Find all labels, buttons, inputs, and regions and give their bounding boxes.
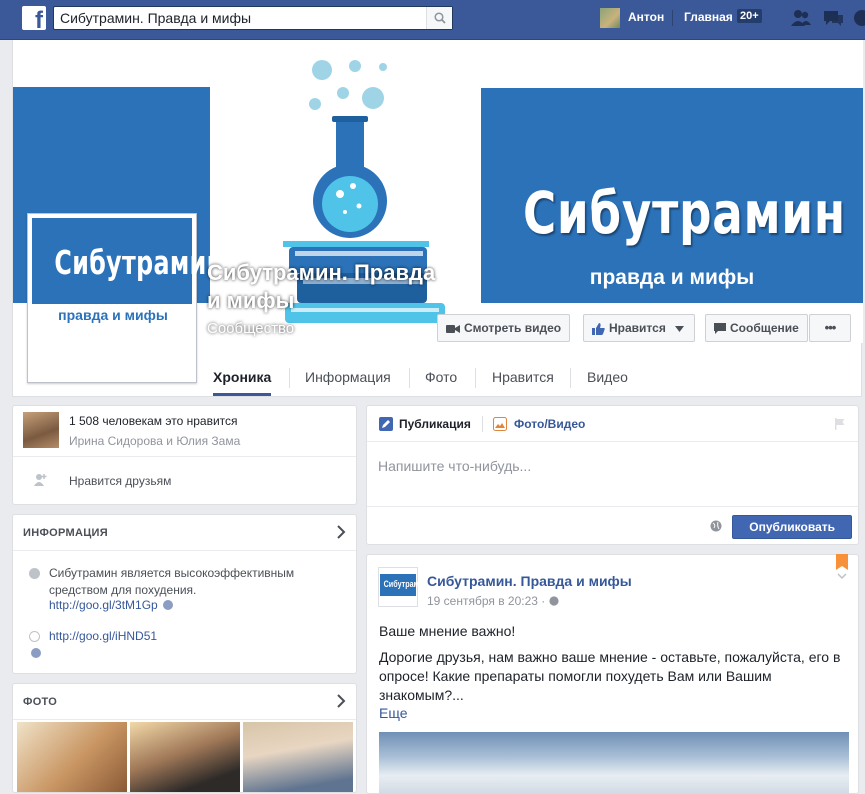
divider <box>13 456 356 457</box>
profile-picture-banner: Сибутрамин <box>32 218 224 304</box>
like-page-button[interactable]: Нравится <box>583 314 695 342</box>
photos-card-header[interactable]: ФОТО <box>13 684 356 720</box>
photo-icon <box>493 417 507 431</box>
user-name[interactable]: Антон <box>628 10 664 24</box>
composer-input[interactable]: Напишите что-нибудь... <box>378 458 531 474</box>
chevron-right-icon[interactable] <box>336 694 346 708</box>
cover-right-banner: Сибутрамин правда и мифы <box>481 88 863 303</box>
likes-count[interactable]: 1 508 человекам это нравится <box>69 414 238 428</box>
watch-video-label: Смотреть видео <box>464 321 562 335</box>
website-icon <box>29 631 40 642</box>
link-preview-icon <box>31 648 41 658</box>
page-profile-picture[interactable]: Сибутрамин правда и мифы <box>27 213 224 383</box>
video-camera-icon <box>446 324 460 333</box>
post-headline: Ваше мнение важно! <box>379 623 516 639</box>
watch-video-button[interactable]: Смотреть видео <box>437 314 571 342</box>
photos-card-title: ФОТО <box>23 696 58 708</box>
home-link[interactable]: Главная <box>684 10 733 24</box>
composer-tab-photo-video[interactable]: Фото/Видео <box>514 417 585 431</box>
see-more-link[interactable]: Еще <box>379 705 408 721</box>
pencil-icon <box>379 417 393 431</box>
photos-card: ФОТО <box>12 683 357 793</box>
info-card-title: ИНФОРМАЦИЯ <box>23 527 108 539</box>
tab-videos[interactable]: Видео <box>587 358 628 396</box>
tab-divider <box>289 368 290 388</box>
messages-icon[interactable] <box>822 9 844 27</box>
bookmark-ribbon-icon[interactable] <box>836 554 848 582</box>
like-label: Нравится <box>609 321 666 335</box>
search-icon <box>434 12 446 24</box>
friends-like-link[interactable]: Нравится друзьям <box>69 474 171 488</box>
publish-button[interactable]: Опубликовать <box>732 515 852 539</box>
composer-footer: Опубликовать <box>367 506 858 544</box>
friends-who-like[interactable]: Ирина Сидорова и Юлия Зама <box>69 434 240 448</box>
nav-divider <box>672 10 673 26</box>
tab-divider <box>409 368 410 388</box>
message-label: Сообщение <box>730 321 799 335</box>
flag-icon[interactable] <box>834 418 846 430</box>
info-description: Сибутрамин является высокоэффективным ср… <box>49 566 295 597</box>
link-preview-icon <box>163 600 173 610</box>
composer-tab-post[interactable]: Публикация <box>399 417 471 431</box>
post-author-avatar[interactable]: Сибутрамин <box>378 567 428 607</box>
profile-picture-subtitle: правда и мифы <box>58 307 168 323</box>
post-timestamp-text[interactable]: 19 сентября в 20:23 · <box>427 594 549 608</box>
avatar-banner: Сибутрамин <box>380 574 428 596</box>
post-author-name[interactable]: Сибутрамин. Правда и мифы <box>427 573 632 589</box>
chevron-right-icon[interactable] <box>336 525 346 539</box>
search-button[interactable] <box>426 7 452 29</box>
post-body: Дорогие друзья, нам важно ваше мнение - … <box>379 649 841 703</box>
globe-icon[interactable] <box>710 520 722 532</box>
tab-likes[interactable]: Нравится <box>492 358 554 396</box>
message-bubble-icon <box>714 323 726 335</box>
avatar-banner-title: Сибутрамин <box>383 579 428 589</box>
notifications-icon[interactable] <box>852 9 865 27</box>
page-header-card: Сибутрамин правда и мифы Сибутрамин прав… <box>12 40 863 397</box>
facebook-logo-icon[interactable]: f <box>22 6 46 33</box>
tab-info[interactable]: Информация <box>305 358 391 396</box>
profile-picture-title: Сибутрамин <box>54 243 224 282</box>
composer-tabs: Публикация Фото/Видео <box>367 406 858 442</box>
more-options-label: ••• <box>824 320 837 335</box>
search-input-value[interactable]: Сибутрамин. Правда и мифы <box>60 10 251 26</box>
tab-divider <box>482 416 483 432</box>
cover-banner-subtitle: правда и мифы <box>589 266 755 289</box>
website-link[interactable]: http://goo.gl/iHND51 <box>49 629 157 643</box>
add-friend-icon <box>34 474 47 486</box>
top-navigation-bar: f Сибутрамин. Правда и мифы Антон Главна… <box>0 0 865 40</box>
tab-divider <box>570 368 571 388</box>
tab-divider <box>475 368 476 388</box>
post-image[interactable] <box>379 732 849 794</box>
info-icon <box>29 568 40 579</box>
info-card-header[interactable]: ИНФОРМАЦИЯ <box>13 515 356 551</box>
friend-requests-icon[interactable] <box>790 9 812 27</box>
thumbs-up-icon <box>592 322 605 335</box>
post-timestamp[interactable]: 19 сентября в 20:23 · <box>427 594 559 608</box>
info-link[interactable]: http://goo.gl/3tM1Gp <box>49 598 158 612</box>
tab-timeline[interactable]: Хроника <box>213 358 272 396</box>
page-title[interactable]: Сибутрамин. Правда и мифы <box>207 259 447 315</box>
info-card: ИНФОРМАЦИЯ Сибутрамин является высокоэфф… <box>12 514 357 674</box>
friend-avatar[interactable] <box>23 412 59 448</box>
cover-banner-title: Сибутрамин <box>523 179 846 247</box>
send-message-button[interactable]: Сообщение <box>705 314 808 342</box>
search-input[interactable]: Сибутрамин. Правда и мифы <box>53 6 453 30</box>
post-composer: Публикация Фото/Видео Напишите что-нибуд… <box>366 405 859 545</box>
more-options-button[interactable]: ••• <box>809 314 851 342</box>
globe-icon <box>549 596 559 606</box>
avatar[interactable] <box>600 8 620 28</box>
tab-photos[interactable]: Фото <box>425 358 457 396</box>
home-count-badge: 20+ <box>737 9 762 23</box>
chevron-down-icon <box>675 325 685 332</box>
likes-card: 1 508 человекам это нравится Ирина Сидор… <box>12 405 357 505</box>
post-card: Сибутрамин Сибутрамин. Правда и мифы 19 … <box>366 554 859 794</box>
page-category[interactable]: Сообщество <box>207 320 294 337</box>
